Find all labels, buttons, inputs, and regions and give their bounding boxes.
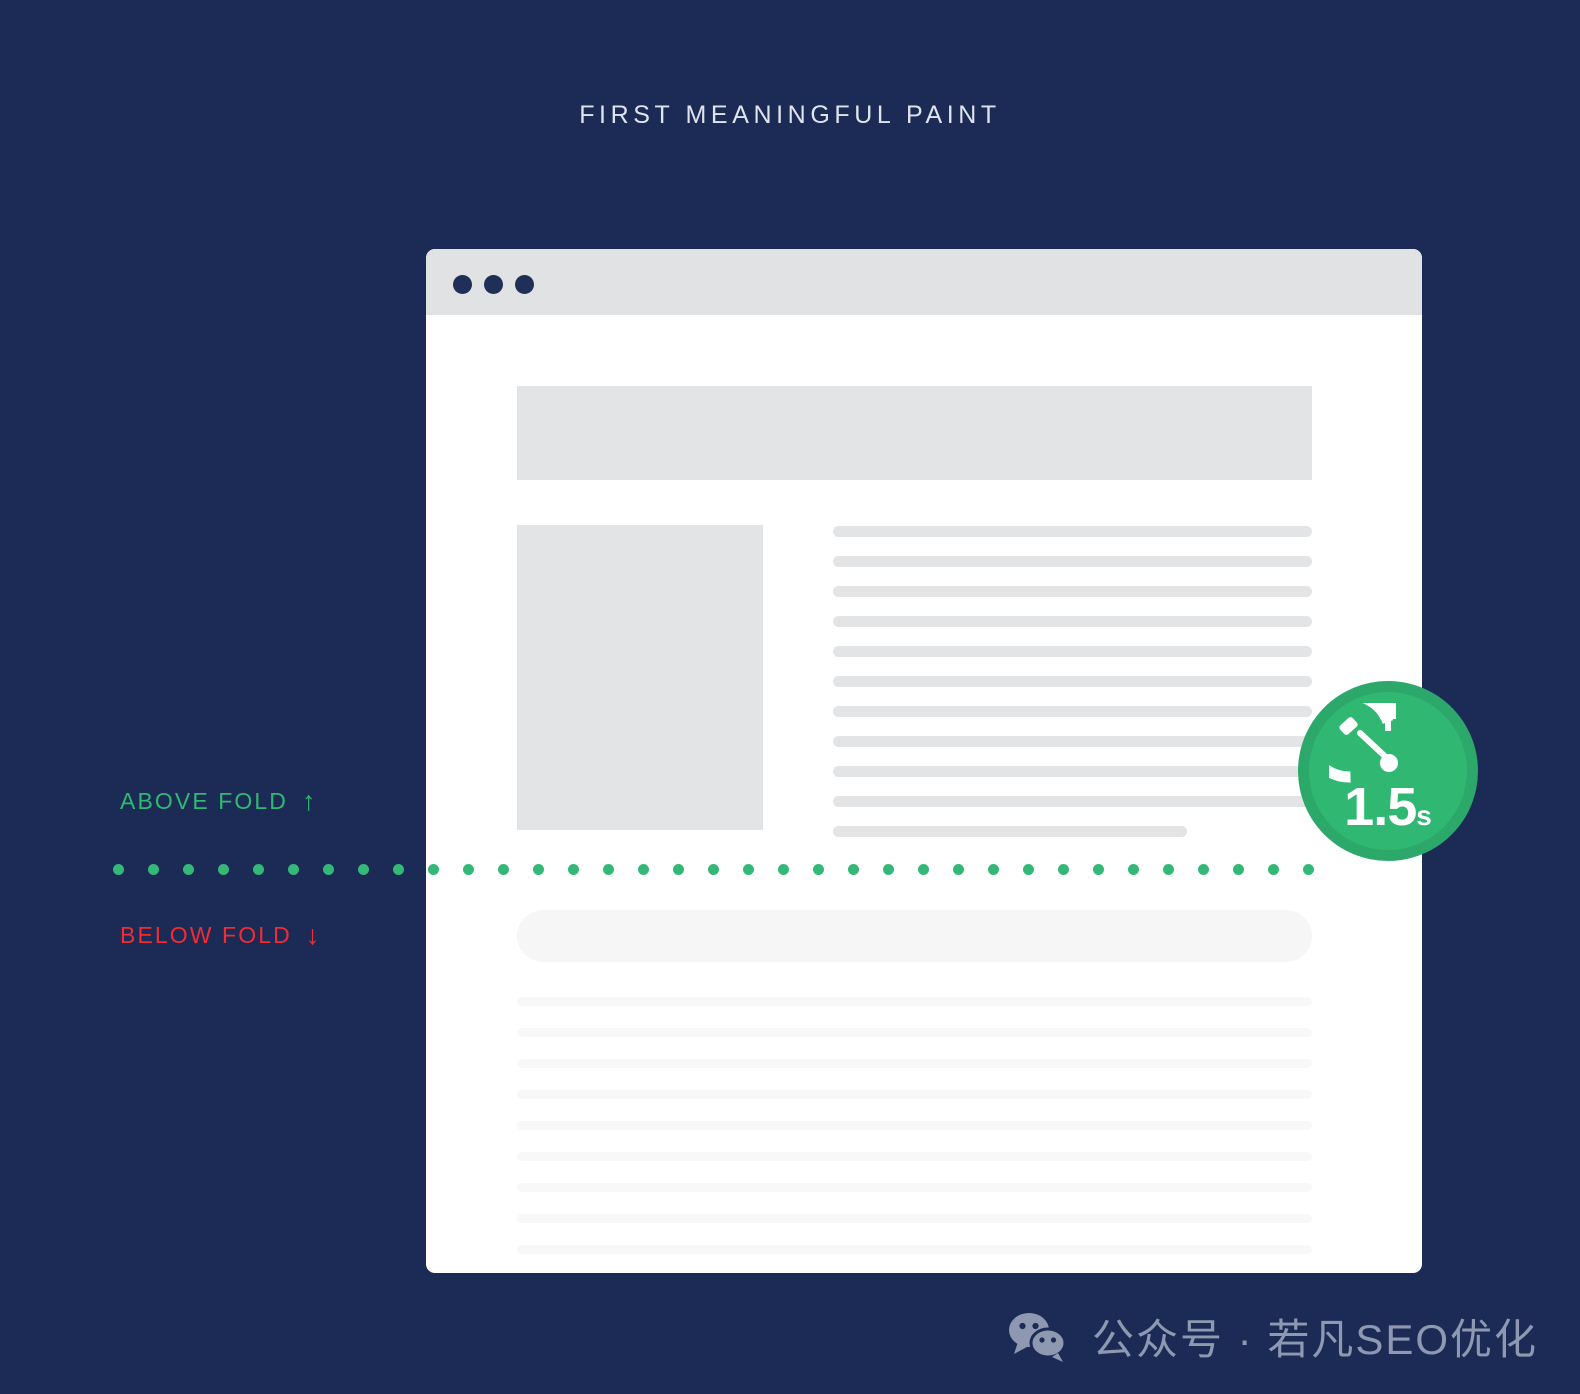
fold-divider-dot bbox=[463, 863, 474, 875]
fold-divider-dot bbox=[778, 863, 789, 875]
text-line-faint bbox=[517, 1028, 1312, 1037]
text-line bbox=[833, 616, 1312, 627]
fold-divider-dot bbox=[288, 863, 299, 875]
text-line-faint bbox=[517, 1214, 1312, 1223]
hero-banner-placeholder bbox=[517, 386, 1312, 480]
fold-divider-dot bbox=[1163, 863, 1174, 875]
text-line bbox=[833, 826, 1188, 837]
fold-divider-dot bbox=[603, 863, 614, 875]
image-placeholder bbox=[517, 525, 763, 830]
text-line bbox=[833, 586, 1312, 597]
speed-badge-value: 1.5s bbox=[1309, 780, 1467, 834]
fold-divider-dot bbox=[183, 863, 194, 875]
fold-divider-dot bbox=[638, 863, 649, 875]
wechat-icon bbox=[1009, 1312, 1067, 1362]
speed-value-number: 1.5 bbox=[1344, 777, 1417, 837]
below-fold-text-lines bbox=[517, 997, 1312, 1273]
watermark-text: 公众号 · 若凡SEO优化 bbox=[1092, 1316, 1539, 1363]
fold-divider-dot bbox=[1023, 863, 1034, 875]
speed-badge-inner: 1.5s bbox=[1309, 692, 1467, 850]
speed-badge: 1.5s bbox=[1298, 681, 1478, 861]
window-maximize-dot[interactable] bbox=[515, 275, 534, 294]
text-line-faint bbox=[517, 1059, 1312, 1068]
fold-divider-dot bbox=[1128, 863, 1139, 875]
arrow-up-icon: ↑ bbox=[301, 786, 318, 816]
arrow-down-icon: ↓ bbox=[305, 920, 322, 950]
text-line bbox=[833, 556, 1312, 567]
fold-divider-dot bbox=[358, 863, 369, 875]
fold-divider-dot bbox=[1303, 863, 1314, 875]
fold-divider-dot bbox=[918, 863, 929, 875]
fold-divider-dot bbox=[393, 863, 404, 875]
fold-divider-dot bbox=[848, 863, 859, 875]
fold-divider-dot bbox=[988, 863, 999, 875]
text-line bbox=[833, 526, 1312, 537]
fold-divider-dot bbox=[708, 863, 719, 875]
text-line bbox=[833, 646, 1312, 657]
fold-divider-dot bbox=[673, 863, 684, 875]
text-line-faint bbox=[517, 1245, 1312, 1254]
text-line-faint bbox=[517, 1183, 1312, 1192]
fold-divider-dot bbox=[1268, 863, 1279, 875]
mock-page-content bbox=[426, 315, 1422, 1273]
text-line-faint bbox=[517, 1121, 1312, 1130]
window-control-dots bbox=[453, 275, 534, 294]
below-fold-label-text: BELOW FOLD bbox=[120, 922, 292, 948]
speed-value-unit: s bbox=[1416, 800, 1432, 831]
page-title: FIRST MEANINGFUL PAINT bbox=[579, 101, 1001, 129]
text-line-faint bbox=[517, 1090, 1312, 1099]
fold-divider-dot bbox=[218, 863, 229, 875]
browser-titlebar bbox=[426, 249, 1422, 315]
cta-pill-placeholder[interactable] bbox=[517, 910, 1312, 962]
text-line bbox=[833, 676, 1312, 687]
fold-divider-line bbox=[113, 863, 1314, 875]
fold-divider-dot bbox=[428, 863, 439, 875]
below-fold-label: BELOW FOLD ↓ bbox=[120, 922, 321, 949]
above-fold-label: ABOVE FOLD ↑ bbox=[120, 788, 318, 815]
fold-divider-dot bbox=[113, 863, 124, 875]
fold-divider-dot bbox=[883, 863, 894, 875]
fold-divider-dot bbox=[498, 863, 509, 875]
fold-divider-dot bbox=[1233, 863, 1244, 875]
browser-window-mockup bbox=[426, 249, 1422, 1273]
fold-divider-dot bbox=[743, 863, 754, 875]
text-line-faint bbox=[517, 997, 1312, 1006]
above-fold-text-lines bbox=[833, 526, 1312, 856]
fold-divider-dot bbox=[1198, 863, 1209, 875]
fold-divider-dot bbox=[253, 863, 264, 875]
fold-divider-dot bbox=[148, 863, 159, 875]
text-line-faint bbox=[517, 1152, 1312, 1161]
text-line bbox=[833, 736, 1312, 747]
fold-divider-dot bbox=[568, 863, 579, 875]
text-line bbox=[833, 766, 1312, 777]
above-fold-label-text: ABOVE FOLD bbox=[120, 788, 288, 814]
fold-divider-dot bbox=[813, 863, 824, 875]
fold-divider-dot bbox=[1058, 863, 1069, 875]
text-line bbox=[833, 796, 1312, 807]
fold-divider-dot bbox=[953, 863, 964, 875]
fold-divider-dot bbox=[1093, 863, 1104, 875]
fold-divider-dot bbox=[533, 863, 544, 875]
text-line bbox=[833, 706, 1312, 717]
window-minimize-dot[interactable] bbox=[484, 275, 503, 294]
fold-divider-dot bbox=[323, 863, 334, 875]
window-close-dot[interactable] bbox=[453, 275, 472, 294]
watermark: 公众号 · 若凡SEO优化 bbox=[1008, 1306, 1538, 1367]
